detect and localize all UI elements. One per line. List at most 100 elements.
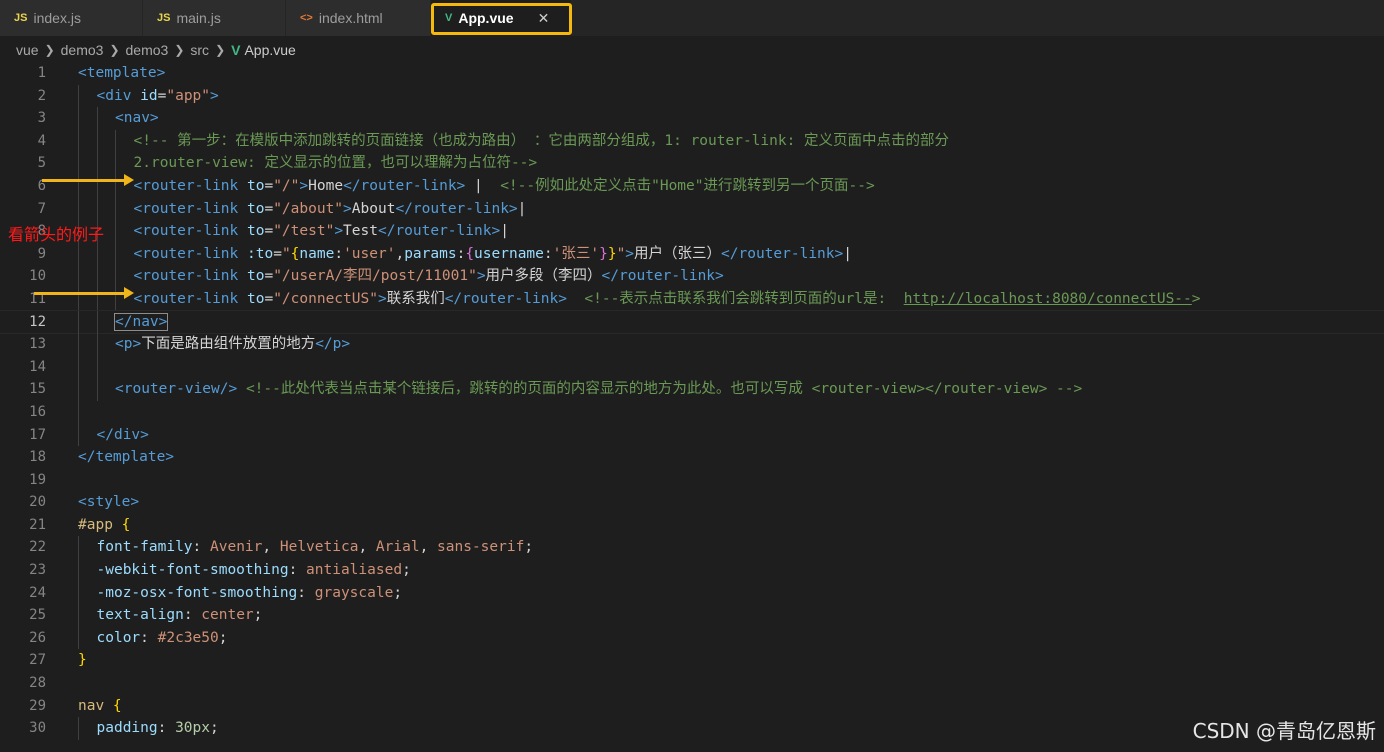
breadcrumb-item[interactable]: App.vue [244, 42, 295, 58]
tab-highlight-annotation [431, 3, 572, 35]
chevron-right-icon: ❯ [174, 43, 185, 57]
code-token: { [121, 516, 131, 533]
code-line[interactable]: 26 color: #2c3e50; [0, 626, 1384, 650]
code-text: color: #2c3e50; [97, 627, 228, 650]
indent-guide [78, 626, 79, 650]
code-token: > [334, 223, 344, 240]
code-token: sans-serif [437, 539, 525, 556]
code-token: : [183, 607, 202, 624]
code-line[interactable]: 21 #app { [0, 514, 1384, 537]
code-line[interactable]: 30 padding: 30px; [0, 717, 1384, 740]
code-token: ; [393, 584, 403, 601]
indent-guide [96, 378, 98, 401]
code-token: { [112, 697, 122, 714]
chevron-right-icon: ❯ [44, 43, 55, 57]
watermark: CSDN @青岛亿恩斯 [1192, 719, 1376, 743]
indent-guide [78, 265, 79, 288]
indent-guide [78, 242, 79, 266]
code-line[interactable]: 25 text-align: center; [0, 604, 1384, 627]
code-line[interactable]: 4 <!-- 第一步：在模版中添加跳转的页面链接（也成为路由） ：它由两部分组成，… [0, 129, 1384, 153]
code-line[interactable]: 19 [0, 469, 1384, 492]
code-line[interactable]: 13 <p>下面是路由组件放置的地方</p> [0, 333, 1384, 356]
line-number: 17 [29, 426, 46, 443]
code-token: to [247, 200, 265, 217]
code-text: #app { [78, 514, 130, 537]
tab-index-js[interactable]: JS index.js [0, 0, 143, 36]
code-text: <router-link :to="{name:'user',params:{u… [134, 243, 852, 266]
code-text: <style> [78, 491, 139, 514]
code-token: antialiased [306, 562, 403, 579]
code-line[interactable]: 27} [0, 649, 1384, 672]
code-line[interactable]: 10 <router-link to="/userA/李四/post/11001"… [0, 265, 1384, 288]
code-token: " [281, 245, 291, 262]
code-token: <router-link [133, 200, 247, 217]
code-line[interactable]: 7 <router-link to="/about">About</router-… [0, 197, 1384, 221]
code-token: grayscale [314, 584, 394, 601]
tab-main-js[interactable]: JS main.js [143, 0, 286, 36]
annotation-arrow [34, 287, 134, 299]
code-token: : [288, 562, 307, 579]
breadcrumb-item[interactable]: demo3 [61, 42, 104, 58]
vue-file-icon: V [231, 42, 241, 58]
code-token: ; [218, 629, 228, 646]
code-token: http://localhost:8080/connectUS-- [903, 290, 1192, 307]
code-line[interactable]: 24 -moz-osx-font-smoothing: grayscale; [0, 581, 1384, 605]
tab-index-html[interactable]: <> index.html [286, 0, 431, 36]
code-line[interactable]: 16 [0, 400, 1384, 424]
code-token: > [343, 200, 352, 217]
code-token: "/userA/李四/post/11001" [273, 268, 477, 285]
code-token: Arial [375, 539, 420, 556]
tab-label: main.js [176, 10, 221, 26]
code-line[interactable]: 28 [0, 672, 1384, 695]
breadcrumb-item[interactable]: demo3 [126, 42, 169, 58]
indent-guide [115, 129, 116, 153]
code-token: </template> [78, 449, 175, 466]
code-line[interactable]: 20 <style> [0, 491, 1384, 514]
chevron-right-icon: ❯ [215, 43, 226, 57]
code-token: Avenir [210, 539, 263, 556]
code-token: "/test" [273, 223, 335, 240]
code-line[interactable]: 2 <div id="app"> [0, 84, 1384, 108]
code-line[interactable]: 6 <router-link to="/">Home</router-link> … [0, 174, 1384, 198]
indent-guide [78, 423, 79, 447]
code-line[interactable]: 17 </div> [0, 423, 1384, 447]
line-number: 28 [29, 675, 46, 692]
code-text: nav { [78, 695, 122, 718]
code-token: <!--例如此处定义点击"Home"进行跳转到另一个页面--> [500, 177, 875, 194]
code-token: = [273, 245, 282, 262]
code-editor[interactable]: 1 <template> 2 <div id="app"> 3 <nav> 4 <!-- 第一… [0, 62, 1384, 740]
code-line[interactable]: 29 nav { [0, 695, 1384, 718]
code-line[interactable]: 15 <router-view/> <!--此处代表当点击某个链接后，跳转的的页面… [0, 378, 1384, 401]
html-file-icon: <> [300, 12, 313, 24]
indent-guide [78, 84, 79, 108]
line-number: 23 [29, 562, 46, 579]
code-line[interactable]: 9 <router-link :to="{name:'user',params:{… [0, 242, 1384, 266]
code-line[interactable]: 5 2.router-view: 定义显示的位置，也可以理解为占位符--> [0, 152, 1384, 175]
breadcrumb-item[interactable]: vue [16, 42, 39, 58]
code-token: 用户（张三） [634, 245, 722, 262]
code-line[interactable]: 23 -webkit-font-smoothing: antialiased; [0, 559, 1384, 582]
code-line[interactable]: 11 <router-link to="/connectUS">联系我们</rou… [0, 287, 1384, 311]
code-token: : [192, 539, 210, 556]
breadcrumb-item[interactable]: src [190, 42, 209, 58]
code-line[interactable]: 22 font-family: Avenir, Helvetica, Arial,… [0, 536, 1384, 560]
code-token: to [247, 223, 265, 240]
line-number: 19 [29, 471, 46, 488]
code-line[interactable]: 8 <router-link to="/test">Test</router-li… [0, 220, 1384, 243]
code-line[interactable]: 14 [0, 355, 1384, 379]
indent-guide [96, 197, 98, 221]
code-line[interactable]: 12 </nav> [0, 309, 1384, 335]
annotation-label: 看箭头的例子 [8, 225, 105, 244]
code-token: id [140, 87, 158, 104]
code-text: <p>下面是路由组件放置的地方</p> [115, 333, 350, 356]
line-number: 22 [29, 539, 46, 556]
code-token: to [247, 290, 265, 307]
code-line[interactable]: 3 <nav> [0, 107, 1384, 130]
line-number: 13 [29, 336, 46, 353]
code-line[interactable]: 1 <template> [0, 62, 1384, 85]
code-line[interactable]: 18 </template> [0, 446, 1384, 469]
code-token: = [264, 200, 274, 217]
code-token: <style> [78, 494, 140, 511]
code-token: </router-link> [377, 223, 501, 240]
code-token: </router-link> [721, 245, 844, 262]
